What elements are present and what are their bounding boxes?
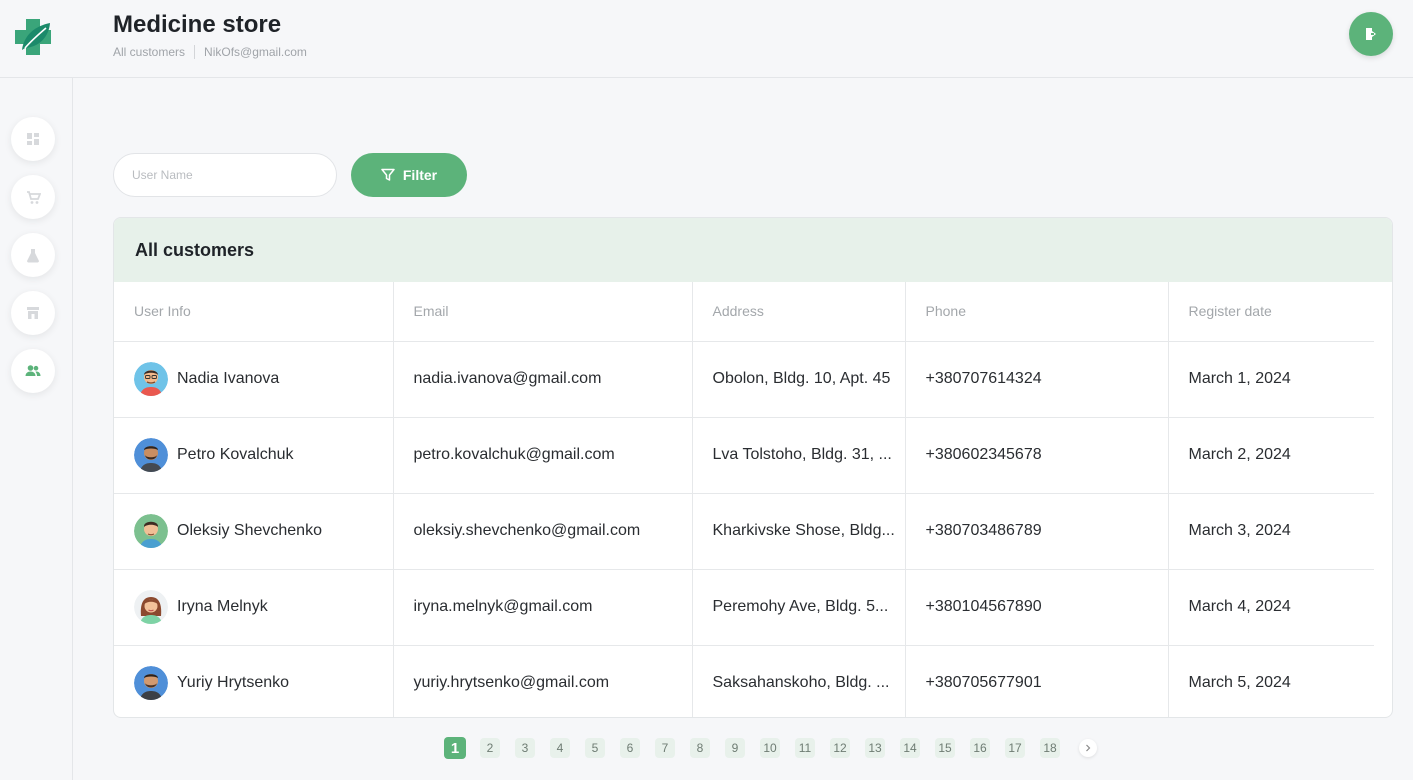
address-cell: Saksahanskoho, Bldg. ... bbox=[691, 645, 905, 717]
flask-icon bbox=[27, 248, 39, 262]
address-cell: Peremohy Ave, Bldg. 5... bbox=[691, 569, 905, 646]
users-icon bbox=[25, 365, 41, 376]
page-button-10[interactable]: 10 bbox=[760, 738, 780, 758]
page-button-6[interactable]: 6 bbox=[620, 738, 640, 758]
user-name: Petro Kovalchuk bbox=[177, 446, 294, 463]
user-name: Oleksiy Shevchenko bbox=[177, 522, 322, 539]
phone-cell: +380707614324 bbox=[904, 341, 1168, 418]
column-header-user-info: User Info bbox=[114, 282, 393, 342]
page-button-11[interactable]: 11 bbox=[795, 738, 815, 758]
page-button-15[interactable]: 15 bbox=[935, 738, 955, 758]
breadcrumb: All customers NikOfs@gmail.com bbox=[113, 45, 307, 59]
card-header: All customers bbox=[114, 218, 1392, 282]
filter-icon bbox=[381, 168, 395, 181]
sidebar-item-dashboard[interactable] bbox=[11, 117, 55, 161]
phone-cell: +380705677901 bbox=[904, 645, 1168, 717]
user-info-cell: Iryna Melnyk bbox=[134, 590, 393, 624]
avatar bbox=[134, 362, 168, 396]
filter-button[interactable]: Filter bbox=[351, 153, 467, 197]
user-name: Yuriy Hrytsenko bbox=[177, 674, 290, 692]
table-header-row: User Info Email Address Phone Register d… bbox=[114, 282, 1374, 342]
email-cell: oleksiy.shevchenko@gmail.com bbox=[392, 493, 692, 570]
user-info-cell: Yuriy Hrytsenko bbox=[134, 666, 393, 701]
avatar bbox=[134, 666, 168, 701]
table-row: Yuriy Hrytsenko yuriy.hrytsenko@gmail.co… bbox=[114, 645, 1374, 717]
cart-icon bbox=[26, 190, 41, 204]
pagination: 1 2 3 4 5 6 7 8 9 10 11 12 13 14 15 16 1… bbox=[444, 737, 1097, 759]
address-cell: Lva Tolstoho, Bldg. 31, ... bbox=[691, 417, 905, 494]
table-row: Nadia Ivanova nadia.ivanova@gmail.com Ob… bbox=[114, 341, 1374, 418]
page-button-8[interactable]: 8 bbox=[690, 738, 710, 758]
sidebar-item-products[interactable] bbox=[11, 233, 55, 277]
table-row: Oleksiy Shevchenko oleksiy.shevchenko@gm… bbox=[114, 493, 1374, 570]
logout-icon bbox=[1366, 28, 1376, 40]
column-header-address: Address bbox=[691, 282, 905, 342]
register-date-cell: March 5, 2024 bbox=[1167, 645, 1374, 717]
phone-cell: +380104567890 bbox=[904, 569, 1168, 646]
page-button-9[interactable]: 9 bbox=[725, 738, 745, 758]
breadcrumb-page[interactable]: All customers bbox=[113, 45, 185, 59]
avatar bbox=[134, 590, 168, 624]
column-header-register-date: Register date bbox=[1167, 282, 1374, 342]
page-button-5[interactable]: 5 bbox=[585, 738, 605, 758]
logo-icon[interactable] bbox=[13, 17, 53, 57]
page-button-17[interactable]: 17 bbox=[1005, 738, 1025, 758]
avatar bbox=[134, 438, 168, 472]
sidebar bbox=[0, 78, 73, 780]
customers-card: All customers User Info Email Address Ph… bbox=[113, 217, 1393, 718]
register-date-cell: March 2, 2024 bbox=[1167, 417, 1374, 494]
sidebar-item-orders[interactable] bbox=[11, 175, 55, 219]
table-row: Iryna Melnyk iryna.melnyk@gmail.com Pere… bbox=[114, 569, 1374, 646]
page-button-4[interactable]: 4 bbox=[550, 738, 570, 758]
register-date-cell: March 3, 2024 bbox=[1167, 493, 1374, 570]
page-button-12[interactable]: 12 bbox=[830, 738, 850, 758]
user-name-input[interactable] bbox=[113, 153, 337, 197]
avatar bbox=[134, 514, 168, 548]
app-title: Medicine store bbox=[113, 11, 282, 38]
email-cell: iryna.melnyk@gmail.com bbox=[392, 569, 692, 646]
user-info-cell: Petro Kovalchuk bbox=[134, 438, 393, 472]
address-cell: Obolon, Bldg. 10, Apt. 45 bbox=[691, 341, 905, 418]
page-button-14[interactable]: 14 bbox=[900, 738, 920, 758]
email-cell: nadia.ivanova@gmail.com bbox=[392, 341, 692, 418]
email-cell: yuriy.hrytsenko@gmail.com bbox=[392, 645, 692, 717]
customers-table: User Info Email Address Phone Register d… bbox=[114, 282, 1374, 717]
top-header: Medicine store All customers NikOfs@gmai… bbox=[0, 0, 1413, 78]
card-title: All customers bbox=[135, 239, 255, 260]
sidebar-item-customers[interactable] bbox=[11, 349, 55, 393]
column-header-phone: Phone bbox=[904, 282, 1168, 342]
email-cell: petro.kovalchuk@gmail.com bbox=[392, 417, 692, 494]
sidebar-item-suppliers[interactable] bbox=[11, 291, 55, 335]
store-icon bbox=[27, 307, 39, 319]
breadcrumb-user-email: NikOfs@gmail.com bbox=[204, 45, 307, 59]
dashboard-icon bbox=[27, 133, 39, 145]
user-name: Nadia Ivanova bbox=[177, 370, 280, 387]
logout-button[interactable] bbox=[1349, 12, 1393, 56]
next-page-button[interactable] bbox=[1079, 739, 1097, 757]
page-button-7[interactable]: 7 bbox=[655, 738, 675, 758]
page-button-16[interactable]: 16 bbox=[970, 738, 990, 758]
address-cell: Kharkivske Shose, Bldg... bbox=[691, 493, 905, 570]
breadcrumb-divider bbox=[194, 45, 196, 59]
page-button-18[interactable]: 18 bbox=[1040, 738, 1060, 758]
user-info-cell: Oleksiy Shevchenko bbox=[134, 514, 393, 548]
page-button-1[interactable]: 1 bbox=[444, 737, 466, 759]
user-info-cell: Nadia Ivanova bbox=[134, 362, 393, 396]
table-row: Petro Kovalchuk petro.kovalchuk@gmail.co… bbox=[114, 417, 1374, 494]
page-button-13[interactable]: 13 bbox=[865, 738, 885, 758]
chevron-right-icon bbox=[1086, 744, 1091, 752]
column-header-email: Email bbox=[392, 282, 692, 342]
register-date-cell: March 4, 2024 bbox=[1167, 569, 1374, 646]
register-date-cell: March 1, 2024 bbox=[1167, 341, 1374, 418]
user-name: Iryna Melnyk bbox=[177, 598, 268, 615]
filter-button-label: Filter bbox=[402, 167, 438, 183]
page-button-2[interactable]: 2 bbox=[480, 738, 500, 758]
phone-cell: +380602345678 bbox=[904, 417, 1168, 494]
phone-cell: +380703486789 bbox=[904, 493, 1168, 570]
page-button-3[interactable]: 3 bbox=[515, 738, 535, 758]
